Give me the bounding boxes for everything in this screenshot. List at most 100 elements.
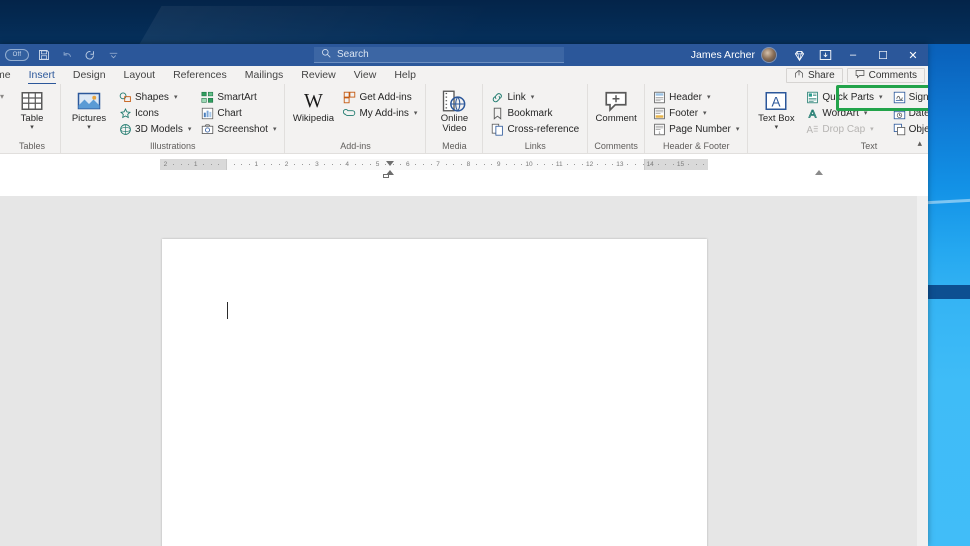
close-button[interactable]: ✕ bbox=[898, 44, 928, 66]
tab-design[interactable]: Design bbox=[64, 66, 115, 84]
ribbon-group-label: Add-ins bbox=[340, 141, 371, 151]
ribbon-button-quick-parts[interactable]: Quick Parts ▾ bbox=[803, 89, 885, 105]
word-window: Off Document2 - Word Search James Arc bbox=[0, 44, 928, 546]
account-name[interactable]: James Archer bbox=[691, 49, 755, 61]
ruler-tick-mark bbox=[415, 164, 417, 165]
chevron-down-icon[interactable]: ▾ bbox=[87, 124, 91, 131]
ruler-tick-mark bbox=[445, 164, 447, 165]
collapse-ribbon-chevron-up-icon[interactable]: ▴ bbox=[917, 138, 922, 149]
text-cursor bbox=[227, 302, 229, 319]
ribbon-button-label: Page Number bbox=[669, 123, 731, 135]
ribbon-button-shapes[interactable]: Shapes ▾ bbox=[116, 89, 194, 105]
chevron-down-icon[interactable]: ▾ bbox=[736, 125, 740, 133]
ribbon-button-cross-reference[interactable]: Cross-reference bbox=[488, 121, 582, 137]
ruler-indent-right-marker[interactable] bbox=[815, 170, 823, 175]
ribbon-button-online-video[interactable]: Online Video bbox=[431, 87, 477, 134]
wallpaper-right-strip bbox=[928, 0, 970, 546]
ruler-tick-mark bbox=[362, 164, 364, 165]
customize-quick-access-chevron-down-icon[interactable] bbox=[105, 47, 121, 63]
chevron-down-icon[interactable]: ▾ bbox=[870, 125, 874, 133]
ribbon-button-my-add-ins[interactable]: My Add-ins ▾ bbox=[340, 105, 420, 121]
ribbon-button-header[interactable]: Header ▾ bbox=[650, 89, 742, 105]
ruler-tick-label: 3 bbox=[315, 161, 319, 168]
chevron-down-icon[interactable]: ▾ bbox=[174, 93, 178, 101]
ribbon-button-label: Chart bbox=[217, 107, 242, 119]
ribbon-button-table[interactable]: Table ▾ bbox=[9, 87, 55, 131]
chevron-down-icon[interactable]: ▾ bbox=[273, 125, 277, 133]
ruler-tick-label: 15 bbox=[676, 161, 685, 168]
ribbon: ▾ Table ▾ Tables Pictures ▾ Shapes ▾ Icons 3D Mo… bbox=[0, 84, 928, 154]
ribbon-display-options-icon[interactable] bbox=[812, 44, 838, 66]
ruler-indent-sq-marker[interactable] bbox=[383, 174, 389, 178]
ruler-indent-top-marker[interactable] bbox=[386, 161, 394, 166]
redo-icon[interactable] bbox=[82, 47, 98, 63]
chevron-down-icon[interactable]: ▾ bbox=[703, 109, 707, 117]
save-icon[interactable] bbox=[36, 47, 52, 63]
chevron-down-icon[interactable]: ▾ bbox=[775, 124, 779, 131]
ribbon-button-label: WordArt bbox=[822, 107, 859, 119]
comments-button[interactable]: Comments bbox=[846, 67, 925, 83]
chevron-down-icon[interactable]: ▾ bbox=[879, 93, 883, 101]
ribbon-button-object[interactable]: Object▾ bbox=[890, 121, 928, 137]
ribbon-button-page-number[interactable]: 1 Page Number ▾ bbox=[650, 121, 742, 137]
chevron-down-icon[interactable]: ▾ bbox=[414, 109, 418, 117]
ribbon-button-get-add-ins[interactable]: Get Add-ins bbox=[340, 89, 420, 105]
chevron-down-icon[interactable]: ▾ bbox=[707, 93, 711, 101]
chevron-down-icon[interactable]: ▾ bbox=[188, 125, 192, 133]
document-canvas[interactable] bbox=[0, 196, 928, 546]
chevron-down-icon[interactable]: ▾ bbox=[30, 124, 34, 131]
ribbon-button-comment[interactable]: Comment bbox=[593, 87, 639, 124]
document-page[interactable] bbox=[162, 239, 707, 546]
tab-view[interactable]: View bbox=[345, 66, 386, 84]
ribbon-button-screenshot[interactable]: Screenshot ▾ bbox=[198, 121, 279, 137]
ruler-tick-mark bbox=[642, 164, 644, 165]
autosave-toggle[interactable]: Off bbox=[5, 49, 29, 61]
undo-icon[interactable] bbox=[59, 47, 75, 63]
ribbon-button-bookmark[interactable]: Bookmark bbox=[488, 105, 582, 121]
quick-parts-icon bbox=[806, 91, 819, 104]
vertical-scrollbar[interactable] bbox=[917, 196, 928, 546]
diamond-icon[interactable] bbox=[786, 44, 812, 66]
avatar[interactable] bbox=[761, 47, 777, 63]
ribbon-button-date-and-time[interactable]: Date & Time bbox=[890, 105, 928, 121]
ribbon-button-label: Shapes bbox=[135, 91, 169, 103]
horizontal-ruler[interactable]: 2 1 1 2 3 4 5 6 7 8 9 10 11 12 13 14 15 bbox=[160, 159, 823, 178]
ruler-tick-mark bbox=[210, 164, 212, 165]
ruler-tick-mark bbox=[635, 164, 637, 165]
ribbon-button-pictures[interactable]: Pictures ▾ bbox=[66, 87, 112, 131]
tab-help[interactable]: Help bbox=[385, 66, 425, 84]
ribbon-button-wikipedia[interactable]: W Wikipedia bbox=[290, 87, 336, 124]
share-button[interactable]: Share bbox=[785, 67, 843, 83]
ribbon-button-signature-line[interactable]: Signature Line▾ bbox=[890, 89, 928, 105]
ribbon-button-label: Link bbox=[507, 91, 526, 103]
ribbon-group-label: Header & Footer bbox=[662, 141, 730, 151]
table-icon bbox=[20, 89, 44, 113]
ribbon-button-wordart[interactable]: A WordArt ▾ bbox=[803, 105, 885, 121]
ribbon-button-text-box[interactable]: A Text Box ▾ bbox=[753, 87, 799, 131]
tab-me[interactable]: me bbox=[0, 66, 20, 84]
ribbon-button-link[interactable]: Link ▾ bbox=[488, 89, 582, 105]
chevron-down-icon[interactable]: ▾ bbox=[531, 93, 535, 101]
maximize-button[interactable]: ☐ bbox=[868, 44, 898, 66]
chevron-down-icon[interactable]: ▾ bbox=[864, 109, 868, 117]
tab-review[interactable]: Review bbox=[292, 66, 344, 84]
tab-references[interactable]: References bbox=[164, 66, 236, 84]
ribbon-button-3d-models[interactable]: 3D Models ▾ bbox=[116, 121, 194, 137]
ruler-tick-label: 5 bbox=[375, 161, 380, 168]
tab-mailings[interactable]: Mailings bbox=[236, 66, 293, 84]
ribbon-button-chart[interactable]: Chart bbox=[198, 105, 279, 121]
ruler-tick-mark bbox=[241, 164, 243, 165]
screenshot-icon bbox=[201, 123, 214, 136]
ribbon-group-label: Illustrations bbox=[149, 141, 196, 151]
ruler-tick-mark bbox=[453, 164, 455, 165]
minimize-button[interactable]: – bbox=[838, 44, 868, 66]
ribbon-button-footer[interactable]: Footer ▾ bbox=[650, 105, 742, 121]
ribbon-button-label: Footer bbox=[669, 107, 699, 119]
shapes-icon bbox=[119, 91, 132, 104]
ruler-tick-mark bbox=[271, 164, 273, 165]
search-input[interactable]: Search bbox=[314, 47, 564, 63]
tab-insert[interactable]: Insert bbox=[20, 66, 64, 84]
tab-layout[interactable]: Layout bbox=[115, 66, 165, 84]
ribbon-button-smartart[interactable]: SmartArt bbox=[198, 89, 279, 105]
ribbon-button-icons[interactable]: Icons bbox=[116, 105, 194, 121]
